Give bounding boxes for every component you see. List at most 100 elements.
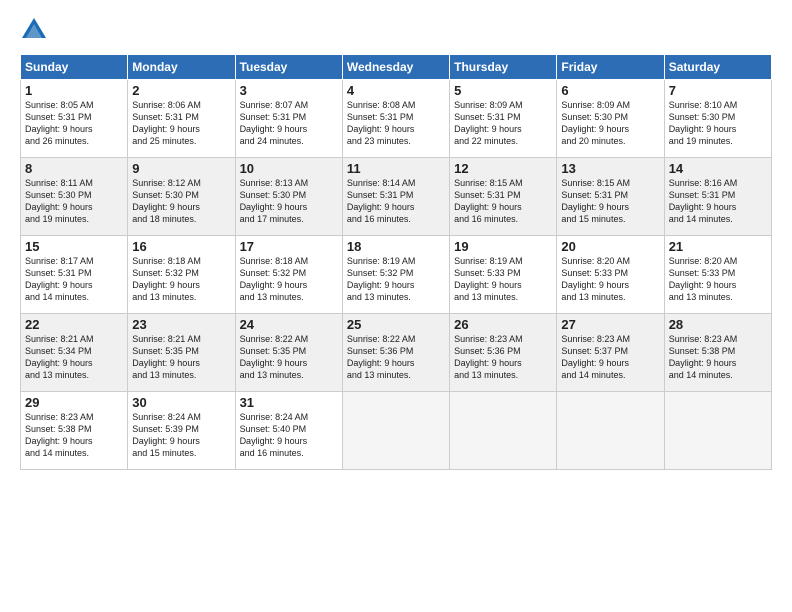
calendar-week-row: 15 Sunrise: 8:17 AMSunset: 5:31 PMDaylig… <box>21 236 772 314</box>
day-number: 15 <box>25 239 123 254</box>
day-info: Sunrise: 8:23 AMSunset: 5:36 PMDaylight:… <box>454 333 552 382</box>
day-number: 4 <box>347 83 445 98</box>
calendar-cell: 2 Sunrise: 8:06 AMSunset: 5:31 PMDayligh… <box>128 80 235 158</box>
calendar-cell: 4 Sunrise: 8:08 AMSunset: 5:31 PMDayligh… <box>342 80 449 158</box>
day-info: Sunrise: 8:09 AMSunset: 5:31 PMDaylight:… <box>454 99 552 148</box>
day-number: 14 <box>669 161 767 176</box>
day-number: 20 <box>561 239 659 254</box>
calendar-cell: 13 Sunrise: 8:15 AMSunset: 5:31 PMDaylig… <box>557 158 664 236</box>
calendar-header-tuesday: Tuesday <box>235 55 342 80</box>
calendar-cell: 29 Sunrise: 8:23 AMSunset: 5:38 PMDaylig… <box>21 392 128 470</box>
day-info: Sunrise: 8:05 AMSunset: 5:31 PMDaylight:… <box>25 99 123 148</box>
day-info: Sunrise: 8:06 AMSunset: 5:31 PMDaylight:… <box>132 99 230 148</box>
day-number: 29 <box>25 395 123 410</box>
day-info: Sunrise: 8:11 AMSunset: 5:30 PMDaylight:… <box>25 177 123 226</box>
day-info: Sunrise: 8:16 AMSunset: 5:31 PMDaylight:… <box>669 177 767 226</box>
day-number: 19 <box>454 239 552 254</box>
day-info: Sunrise: 8:19 AMSunset: 5:33 PMDaylight:… <box>454 255 552 304</box>
day-number: 24 <box>240 317 338 332</box>
day-info: Sunrise: 8:15 AMSunset: 5:31 PMDaylight:… <box>561 177 659 226</box>
calendar-cell: 3 Sunrise: 8:07 AMSunset: 5:31 PMDayligh… <box>235 80 342 158</box>
calendar-week-row: 1 Sunrise: 8:05 AMSunset: 5:31 PMDayligh… <box>21 80 772 158</box>
day-info: Sunrise: 8:19 AMSunset: 5:32 PMDaylight:… <box>347 255 445 304</box>
day-number: 16 <box>132 239 230 254</box>
calendar-header-monday: Monday <box>128 55 235 80</box>
day-info: Sunrise: 8:18 AMSunset: 5:32 PMDaylight:… <box>240 255 338 304</box>
day-number: 7 <box>669 83 767 98</box>
calendar-cell: 19 Sunrise: 8:19 AMSunset: 5:33 PMDaylig… <box>450 236 557 314</box>
calendar-cell: 20 Sunrise: 8:20 AMSunset: 5:33 PMDaylig… <box>557 236 664 314</box>
page: SundayMondayTuesdayWednesdayThursdayFrid… <box>0 0 792 612</box>
day-number: 10 <box>240 161 338 176</box>
calendar-cell: 5 Sunrise: 8:09 AMSunset: 5:31 PMDayligh… <box>450 80 557 158</box>
day-number: 13 <box>561 161 659 176</box>
calendar-header-wednesday: Wednesday <box>342 55 449 80</box>
calendar-cell: 10 Sunrise: 8:13 AMSunset: 5:30 PMDaylig… <box>235 158 342 236</box>
calendar-cell: 26 Sunrise: 8:23 AMSunset: 5:36 PMDaylig… <box>450 314 557 392</box>
day-info: Sunrise: 8:13 AMSunset: 5:30 PMDaylight:… <box>240 177 338 226</box>
day-number: 9 <box>132 161 230 176</box>
calendar-cell: 14 Sunrise: 8:16 AMSunset: 5:31 PMDaylig… <box>664 158 771 236</box>
calendar-week-row: 8 Sunrise: 8:11 AMSunset: 5:30 PMDayligh… <box>21 158 772 236</box>
day-info: Sunrise: 8:21 AMSunset: 5:35 PMDaylight:… <box>132 333 230 382</box>
calendar-cell: 27 Sunrise: 8:23 AMSunset: 5:37 PMDaylig… <box>557 314 664 392</box>
header <box>20 16 772 44</box>
day-info: Sunrise: 8:12 AMSunset: 5:30 PMDaylight:… <box>132 177 230 226</box>
logo <box>20 16 52 44</box>
calendar-cell <box>557 392 664 470</box>
day-number: 8 <box>25 161 123 176</box>
day-info: Sunrise: 8:23 AMSunset: 5:38 PMDaylight:… <box>25 411 123 460</box>
calendar-table: SundayMondayTuesdayWednesdayThursdayFrid… <box>20 54 772 470</box>
calendar-cell: 31 Sunrise: 8:24 AMSunset: 5:40 PMDaylig… <box>235 392 342 470</box>
day-info: Sunrise: 8:24 AMSunset: 5:39 PMDaylight:… <box>132 411 230 460</box>
calendar-cell <box>342 392 449 470</box>
calendar-header-thursday: Thursday <box>450 55 557 80</box>
day-info: Sunrise: 8:14 AMSunset: 5:31 PMDaylight:… <box>347 177 445 226</box>
day-number: 6 <box>561 83 659 98</box>
day-number: 28 <box>669 317 767 332</box>
day-info: Sunrise: 8:22 AMSunset: 5:36 PMDaylight:… <box>347 333 445 382</box>
calendar-cell: 28 Sunrise: 8:23 AMSunset: 5:38 PMDaylig… <box>664 314 771 392</box>
calendar-cell: 8 Sunrise: 8:11 AMSunset: 5:30 PMDayligh… <box>21 158 128 236</box>
day-number: 23 <box>132 317 230 332</box>
calendar-cell: 22 Sunrise: 8:21 AMSunset: 5:34 PMDaylig… <box>21 314 128 392</box>
calendar-cell: 12 Sunrise: 8:15 AMSunset: 5:31 PMDaylig… <box>450 158 557 236</box>
logo-icon <box>20 16 48 44</box>
day-info: Sunrise: 8:09 AMSunset: 5:30 PMDaylight:… <box>561 99 659 148</box>
calendar-cell: 7 Sunrise: 8:10 AMSunset: 5:30 PMDayligh… <box>664 80 771 158</box>
day-info: Sunrise: 8:20 AMSunset: 5:33 PMDaylight:… <box>669 255 767 304</box>
day-number: 1 <box>25 83 123 98</box>
day-info: Sunrise: 8:10 AMSunset: 5:30 PMDaylight:… <box>669 99 767 148</box>
calendar-header-row: SundayMondayTuesdayWednesdayThursdayFrid… <box>21 55 772 80</box>
day-info: Sunrise: 8:08 AMSunset: 5:31 PMDaylight:… <box>347 99 445 148</box>
calendar-cell <box>450 392 557 470</box>
calendar-week-row: 29 Sunrise: 8:23 AMSunset: 5:38 PMDaylig… <box>21 392 772 470</box>
calendar-cell: 23 Sunrise: 8:21 AMSunset: 5:35 PMDaylig… <box>128 314 235 392</box>
calendar-cell: 9 Sunrise: 8:12 AMSunset: 5:30 PMDayligh… <box>128 158 235 236</box>
day-number: 27 <box>561 317 659 332</box>
day-number: 26 <box>454 317 552 332</box>
day-info: Sunrise: 8:21 AMSunset: 5:34 PMDaylight:… <box>25 333 123 382</box>
day-info: Sunrise: 8:17 AMSunset: 5:31 PMDaylight:… <box>25 255 123 304</box>
calendar-cell: 1 Sunrise: 8:05 AMSunset: 5:31 PMDayligh… <box>21 80 128 158</box>
calendar-cell: 17 Sunrise: 8:18 AMSunset: 5:32 PMDaylig… <box>235 236 342 314</box>
calendar-cell: 15 Sunrise: 8:17 AMSunset: 5:31 PMDaylig… <box>21 236 128 314</box>
calendar-cell: 25 Sunrise: 8:22 AMSunset: 5:36 PMDaylig… <box>342 314 449 392</box>
calendar-cell: 18 Sunrise: 8:19 AMSunset: 5:32 PMDaylig… <box>342 236 449 314</box>
calendar-week-row: 22 Sunrise: 8:21 AMSunset: 5:34 PMDaylig… <box>21 314 772 392</box>
day-info: Sunrise: 8:20 AMSunset: 5:33 PMDaylight:… <box>561 255 659 304</box>
day-number: 31 <box>240 395 338 410</box>
calendar-cell: 16 Sunrise: 8:18 AMSunset: 5:32 PMDaylig… <box>128 236 235 314</box>
calendar-cell: 21 Sunrise: 8:20 AMSunset: 5:33 PMDaylig… <box>664 236 771 314</box>
day-number: 12 <box>454 161 552 176</box>
day-number: 25 <box>347 317 445 332</box>
calendar-cell: 24 Sunrise: 8:22 AMSunset: 5:35 PMDaylig… <box>235 314 342 392</box>
calendar-cell: 30 Sunrise: 8:24 AMSunset: 5:39 PMDaylig… <box>128 392 235 470</box>
day-info: Sunrise: 8:18 AMSunset: 5:32 PMDaylight:… <box>132 255 230 304</box>
day-number: 5 <box>454 83 552 98</box>
day-info: Sunrise: 8:07 AMSunset: 5:31 PMDaylight:… <box>240 99 338 148</box>
calendar-header-friday: Friday <box>557 55 664 80</box>
calendar-cell: 11 Sunrise: 8:14 AMSunset: 5:31 PMDaylig… <box>342 158 449 236</box>
day-number: 18 <box>347 239 445 254</box>
day-info: Sunrise: 8:23 AMSunset: 5:37 PMDaylight:… <box>561 333 659 382</box>
